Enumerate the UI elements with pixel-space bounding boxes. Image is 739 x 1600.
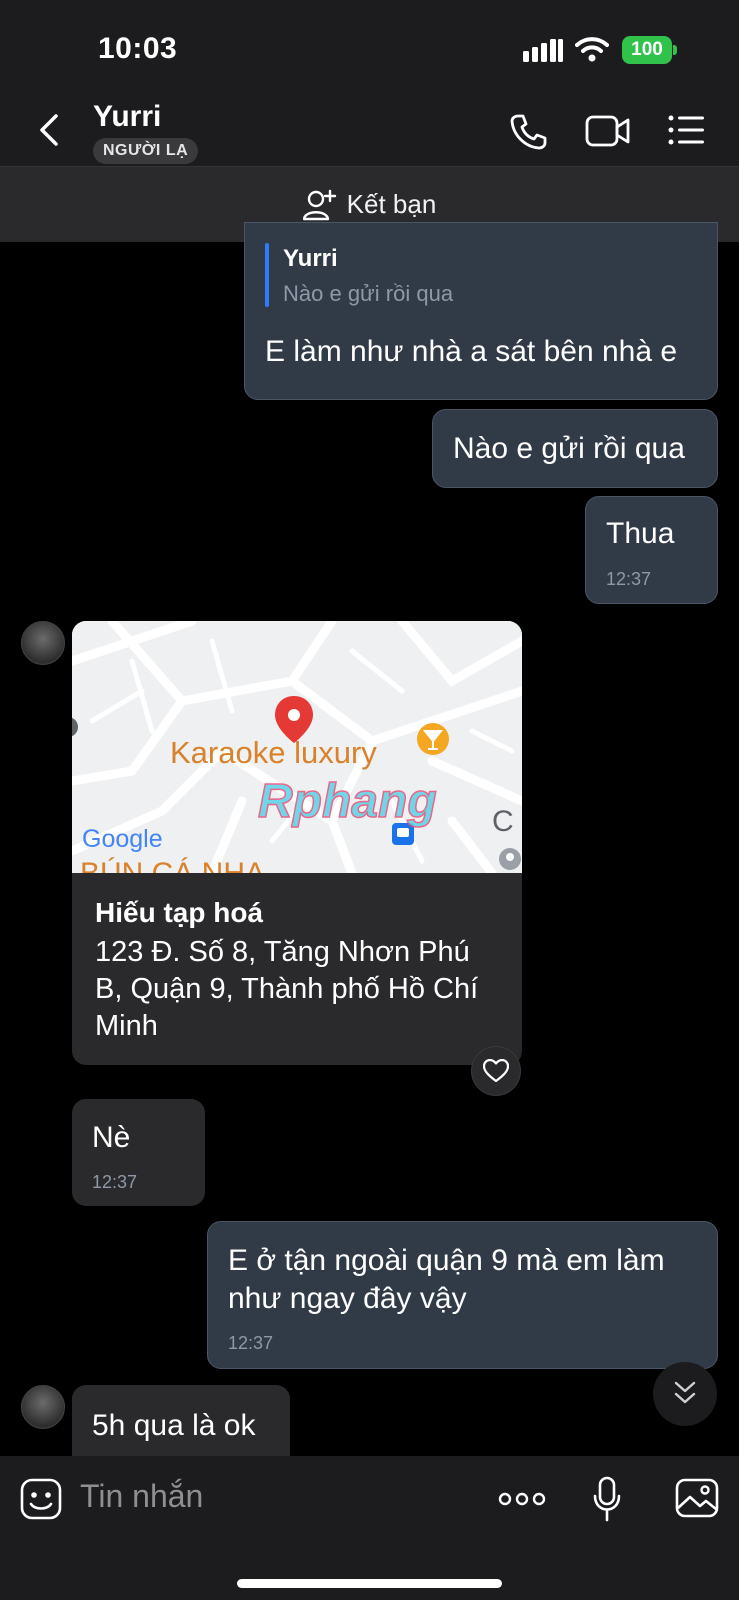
double-chevron-down-icon [674,1381,696,1404]
message-text: E ở tận ngoài quận 9 mà em làm như ngay … [228,1244,665,1315]
battery-tip [673,45,677,55]
wifi-icon [575,37,609,62]
emoji-icon[interactable] [20,1478,62,1520]
heart-icon [483,1059,509,1083]
battery-indicator: 100 [622,36,672,64]
more-dots-icon[interactable] [498,1489,546,1509]
chevron-left-icon[interactable] [36,112,64,148]
add-user-icon [302,189,336,220]
message-time: 12:37 [606,569,652,589]
map-preview[interactable]: Karaoke luxury Google BÚN CÁ NHA C Rphan… [72,621,522,890]
message-text: E làm như nhà a sát bên nhà e [265,335,678,368]
map-image: Karaoke luxury Google BÚN CÁ NHA C Rphan… [72,621,522,890]
map-label-poi: Karaoke luxury [170,735,377,770]
scroll-to-bottom-button[interactable] [653,1362,717,1426]
svg-text:C: C [492,805,514,838]
location-card[interactable]: Karaoke luxury Google BÚN CÁ NHA C Rphan… [72,621,522,1065]
message-bubble-incoming[interactable]: Nè 12:37 [72,1099,205,1206]
stranger-badge: NGƯỜI LẠ [93,138,199,164]
message-input[interactable]: Tin nhắn [80,1478,203,1515]
quote-text: Nào e gửi rồi qua [283,281,454,306]
message-bubble-outgoing[interactable]: Nào e gửi rồi qua [432,409,718,488]
message-time: 12:37 [228,1333,274,1353]
message-bubble-outgoing[interactable]: E ở tận ngoài quận 9 mà em làm như ngay … [207,1221,718,1369]
image-icon[interactable] [675,1478,719,1518]
map-label-bottom: BÚN CÁ NHA [80,857,265,873]
watermark: Rphang [258,775,437,828]
status-time: 10:03 [98,32,178,65]
map-label-google: Google [82,825,163,853]
signal-icon [523,39,563,62]
message-text: Nè [92,1121,131,1154]
list-icon[interactable] [668,114,706,146]
add-friend-label: Kết bạn [346,189,437,219]
like-button[interactable] [471,1046,521,1096]
avatar[interactable] [21,1385,65,1429]
avatar[interactable] [21,621,65,665]
quote-author: Yurri [283,245,338,272]
home-indicator [237,1579,502,1588]
message-text: Nào e gửi rồi qua [453,432,685,465]
quote-bar [265,243,269,307]
message-bubble-outgoing[interactable]: Yurri Nào e gửi rồi qua E làm như nhà a … [244,222,718,400]
message-text: 5h qua là ok [92,1409,256,1442]
place-title: Hiếu tạp hoá [95,897,264,928]
place-address: 123 Đ. Số 8, Tăng Nhơn Phú B, Quận 9, Th… [95,936,479,1042]
microphone-icon[interactable] [592,1476,622,1522]
phone-icon[interactable] [508,112,548,152]
video-camera-icon[interactable] [585,114,631,148]
message-text: Thua [606,517,675,550]
message-bubble-outgoing[interactable]: Thua 12:37 [585,496,718,604]
message-time: 12:37 [92,1172,138,1192]
contact-name[interactable]: Yurri [93,100,161,134]
